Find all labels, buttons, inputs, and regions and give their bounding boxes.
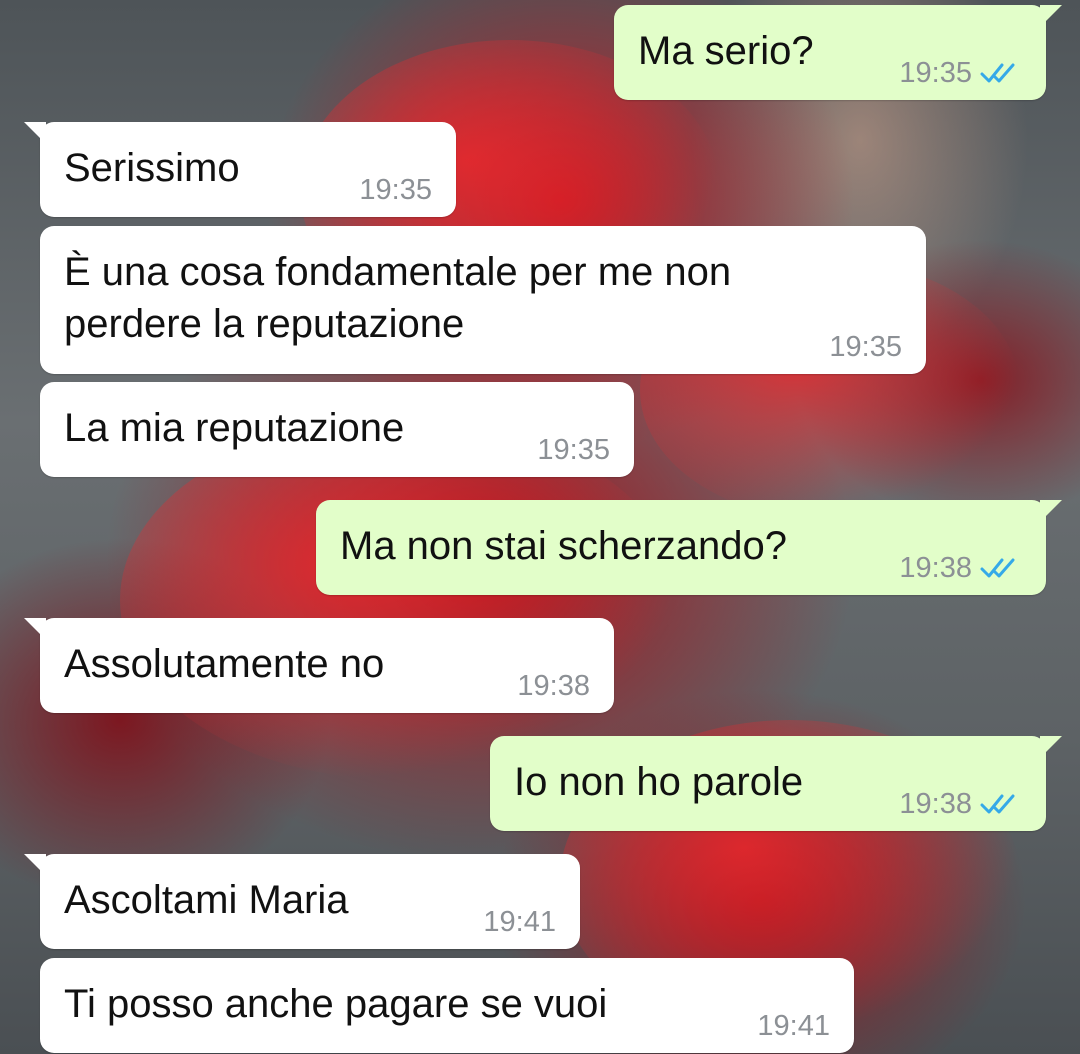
message-bubble-incoming[interactable]: Ti posso anche pagare se vuoi 19:41 <box>40 958 854 1053</box>
message-time: 19:35 <box>359 174 432 206</box>
bubble-tail <box>1040 5 1062 27</box>
message-meta: 19:35 <box>899 58 1022 88</box>
message-meta: 19:35 <box>359 175 432 205</box>
message-time: 19:41 <box>483 906 556 938</box>
message-list[interactable]: Ma serio? 19:35 Serissimo 19:35 È una co… <box>0 0 1080 1054</box>
message-bubble-incoming[interactable]: Ascoltami Maria 19:41 <box>24 854 580 949</box>
message-text: Assolutamente no <box>64 642 385 686</box>
message-bubble-outgoing[interactable]: Ma serio? 19:35 <box>614 5 1062 100</box>
double-check-read-icon <box>980 794 1015 814</box>
double-check-read-icon <box>980 558 1015 578</box>
message-time: 19:38 <box>899 552 972 584</box>
message-meta: 19:38 <box>899 553 1022 583</box>
message-meta: 19:41 <box>483 907 556 937</box>
message-bubble-outgoing[interactable]: Io non ho parole 19:38 <box>490 736 1062 831</box>
message-meta: 19:35 <box>829 332 902 362</box>
message-bubble-incoming[interactable]: Assolutamente no 19:38 <box>24 618 614 713</box>
message-text: Ascoltami Maria <box>64 878 349 922</box>
message-meta: 19:38 <box>517 671 590 701</box>
message-time: 19:41 <box>757 1010 830 1042</box>
message-meta: 19:35 <box>537 435 610 465</box>
message-text-line-2: perdere la reputazione <box>64 302 465 346</box>
message-time: 19:35 <box>829 331 902 363</box>
message-time: 19:35 <box>537 434 610 466</box>
bubble-tail <box>24 854 46 876</box>
message-bubble-incoming[interactable]: La mia reputazione 19:35 <box>40 382 634 477</box>
message-text: Ti posso anche pagare se vuoi <box>64 982 608 1026</box>
message-text: La mia reputazione <box>64 406 405 450</box>
message-time: 19:38 <box>899 788 972 820</box>
message-text: Ma serio? <box>638 29 814 73</box>
bubble-tail <box>24 122 46 144</box>
message-text-line-1: È una cosa fondamentale per me non <box>64 250 732 294</box>
message-bubble-incoming[interactable]: Serissimo 19:35 <box>24 122 456 217</box>
double-check-read-icon <box>980 63 1015 83</box>
message-meta: 19:41 <box>757 1011 830 1041</box>
bubble-tail <box>24 618 46 640</box>
message-bubble-incoming[interactable]: È una cosa fondamentale per me non perde… <box>40 226 926 374</box>
message-time: 19:38 <box>517 670 590 702</box>
message-text: Serissimo <box>64 146 240 190</box>
message-bubble-outgoing[interactable]: Ma non stai scherzando? 19:38 <box>316 500 1062 595</box>
message-text: Ma non stai scherzando? <box>340 524 787 568</box>
message-meta: 19:38 <box>899 789 1022 819</box>
message-time: 19:35 <box>899 57 972 89</box>
bubble-tail <box>1040 736 1062 758</box>
bubble-tail <box>1040 500 1062 522</box>
message-text: Io non ho parole <box>514 760 804 804</box>
